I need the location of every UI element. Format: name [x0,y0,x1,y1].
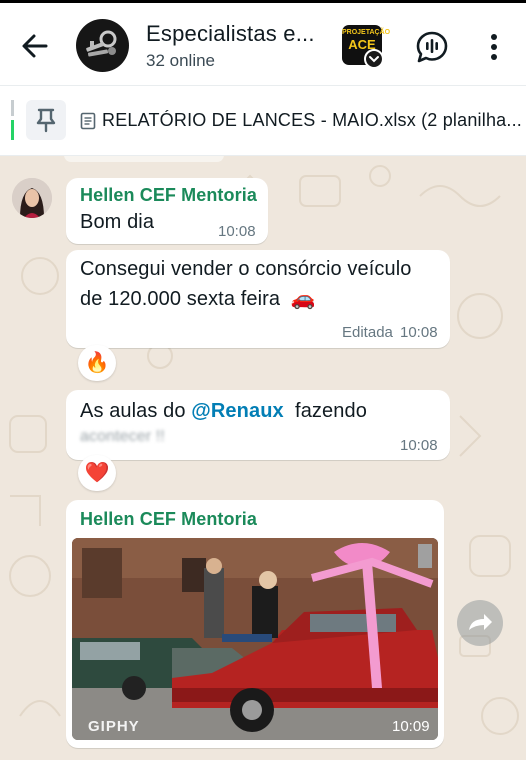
gif-media[interactable]: GIPHY 10:09 [72,538,438,740]
pin-button[interactable] [26,100,66,140]
voice-chat-icon [416,31,448,63]
forward-button[interactable] [457,600,503,646]
message-text-line-1: Consegui vender o consórcio veículo [80,258,412,280]
pin-icon [36,108,56,133]
user-mention[interactable]: @Renaux [191,400,283,422]
chevron-down-icon [364,49,384,69]
message-sender[interactable]: Hellen CEF Mentoria [80,509,257,530]
pinned-message-text: RELATÓRIO DE LANCES - MAIO.xlsx (2 plani… [102,110,522,130]
chat-area[interactable]: Hellen CEF Mentoria Bom dia 10:08 Conseg… [0,156,526,760]
group-avatar[interactable] [76,19,129,72]
badge-top-text: PROJETAÇÃO [342,29,391,36]
blurred-text: acontecer !! [80,428,165,445]
message-bubble[interactable]: As aulas do @Renaux fazendo acontecer !!… [66,390,450,460]
back-arrow-icon [22,34,48,58]
message-text-line-2-row: de 120.000 sexta feira 🚗 [80,284,316,314]
message-sender[interactable]: Hellen CEF Mentoria [80,185,257,206]
online-count: 32 online [146,51,216,70]
more-vert-icon [491,34,497,60]
keys-icon [86,30,117,57]
message-text: Bom dia [80,211,155,233]
message-text-suffix: fazendo [283,400,367,422]
pinned-message-bar[interactable]: RELATÓRIO DE LANCES - MAIO.xlsx (2 plani… [0,86,526,156]
sender-avatar[interactable] [12,178,52,218]
message-time: 10:09 [392,718,430,735]
chat-header: Especialistas e... 32 online PROJETAÇÃO … [0,3,526,85]
car-emoji: 🚗 [290,288,316,310]
document-icon [80,112,96,130]
more-options-button[interactable] [482,31,506,63]
pin-indicator-active [11,120,14,140]
chat-title-block[interactable]: Especialistas e... 32 online [146,21,326,71]
message-bubble[interactable]: Hellen CEF Mentoria Bom dia 10:08 [66,178,268,244]
message-time: 10:08 [400,437,438,454]
forward-icon [469,614,492,630]
pin-indicator-inactive [11,100,14,116]
message-bubble[interactable]: Consegui vender o consórcio veículo de 1… [66,250,450,348]
message-text-line-2: de 120.000 sexta feira [80,288,281,310]
back-button[interactable] [18,29,52,63]
gif-scene [72,538,438,740]
gif-message-bubble[interactable]: Hellen CEF Mentoria GIPHY 10:09 [66,500,444,748]
heart-reaction[interactable]: ❤️ [78,455,116,491]
voice-chat-button[interactable] [414,29,450,65]
message-text-prefix: As aulas do [80,400,192,422]
giphy-label: GIPHY [88,718,140,735]
fire-reaction[interactable]: 🔥 [78,345,116,381]
message-time: 10:08 [400,324,438,341]
previous-message-edge [64,156,224,162]
message-time: 10:08 [218,223,256,240]
app-badge-button[interactable]: PROJETAÇÃO ACE [342,25,391,69]
edited-label: Editada [342,324,393,341]
group-title: Especialistas e... [146,21,315,46]
